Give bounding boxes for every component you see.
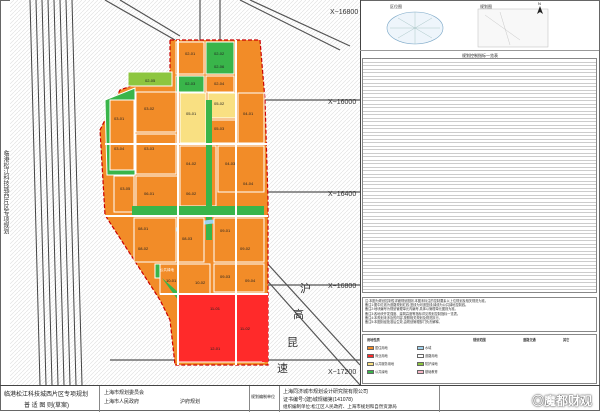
legend-label: 商业用地 bbox=[375, 354, 388, 358]
svg-text:04-04: 04-04 bbox=[243, 181, 254, 186]
editor-label: 规划编制单位 bbox=[251, 394, 275, 399]
legend-item: 道路用地 bbox=[417, 353, 438, 359]
coord-label-3: X−16400 bbox=[328, 191, 356, 198]
svg-text:04-01: 04-01 bbox=[243, 111, 254, 116]
legend-label: 居住用地 bbox=[375, 346, 388, 350]
svg-text:03-02: 03-02 bbox=[144, 106, 155, 111]
legend-item: 公共服务用地 bbox=[367, 361, 395, 367]
legend-label: 水域 bbox=[425, 346, 432, 350]
svg-text:05-01: 05-01 bbox=[186, 111, 197, 116]
legend-title-other: 其它 bbox=[563, 338, 570, 342]
legend-label: 道路用地 bbox=[425, 354, 438, 358]
coord-label-4: X−16800 bbox=[328, 283, 356, 290]
watermark: ◎魔都财观 bbox=[531, 394, 592, 408]
legend-item: 水域 bbox=[417, 345, 432, 351]
legend-swatch bbox=[417, 361, 424, 367]
editor-cert: 证书编号:(建)城规编第(141078) bbox=[283, 397, 353, 403]
coord-label-5: X−17200 bbox=[328, 369, 356, 376]
legend-swatch bbox=[367, 345, 374, 351]
svg-text:02-03: 02-03 bbox=[185, 81, 196, 86]
legend-swatch bbox=[367, 361, 374, 367]
svg-text:08-03: 08-03 bbox=[182, 236, 193, 241]
svg-text:09-04: 09-04 bbox=[245, 278, 256, 283]
svg-text:10-02: 10-02 bbox=[195, 280, 206, 285]
legend-swatch bbox=[417, 345, 424, 351]
svg-text:09-02: 09-02 bbox=[240, 246, 251, 251]
indicator-table bbox=[362, 58, 597, 293]
svg-text:02-04: 02-04 bbox=[214, 81, 225, 86]
svg-text:02-01: 02-01 bbox=[185, 51, 196, 56]
legend-box: 用地性质 规划范围 道路交通 其它 居住用地商业用地公共服务用地 公共绿地 水域道路… bbox=[362, 334, 597, 384]
svg-text:08-01: 08-01 bbox=[138, 226, 149, 231]
coord-label-2: X−16000 bbox=[328, 99, 356, 106]
svg-text:05-03: 05-03 bbox=[214, 126, 225, 131]
approval-cell: 上海市规划委员会 上海市人民政府 沪府规划 bbox=[100, 386, 250, 412]
compass-label: N bbox=[538, 1, 541, 6]
green-tile-label: 公共绿地 bbox=[160, 267, 174, 272]
legend-item: 公共绿地 bbox=[367, 369, 388, 375]
expressway-char-3: 昆 bbox=[287, 336, 298, 349]
expressway-char-2: 高 bbox=[293, 307, 304, 321]
svg-text:04-02: 04-02 bbox=[186, 161, 197, 166]
svg-text:11-01: 11-01 bbox=[210, 306, 221, 311]
legend-swatch bbox=[367, 369, 374, 375]
svg-text:03-05: 03-05 bbox=[120, 186, 131, 191]
approval-org-1: 上海市规划委员会 bbox=[104, 390, 145, 396]
legend-title-landuse: 用地性质 bbox=[367, 338, 380, 342]
thumbnail-maps: N bbox=[386, 1, 549, 48]
svg-text:04-03: 04-03 bbox=[225, 161, 236, 166]
project-title: 临港松江科技城西片区专项规划 bbox=[4, 392, 89, 398]
legend-item: 防护绿地 bbox=[417, 361, 438, 367]
organizer: 组织编制单位:松江区人民政府、上海市规划和自然资源局 bbox=[283, 404, 397, 409]
legend-item: 商业用地 bbox=[367, 353, 388, 359]
legend-item: 基础教育 bbox=[417, 369, 438, 375]
legend-swatch bbox=[417, 369, 424, 375]
legend-label: 公共绿地 bbox=[375, 370, 388, 374]
title-cell: 临港松江科技城西片区专项规划 普 适 图 则(草案) bbox=[0, 386, 100, 412]
legend-title-boundary: 规划范围 bbox=[473, 338, 486, 342]
svg-text:06-02: 06-02 bbox=[186, 191, 197, 196]
left-margin-text: 临港松江科技城西片区专项规划 bbox=[2, 150, 8, 234]
drawing-title: 普 适 图 则(草案) bbox=[24, 403, 69, 409]
svg-text:08-02: 08-02 bbox=[138, 246, 149, 251]
title-block: 临港松江科技城西片区专项规划 普 适 图 则(草案) 上海市规划委员会 上海市人… bbox=[0, 385, 600, 412]
svg-text:05-02: 05-02 bbox=[214, 101, 225, 106]
svg-text:02-06: 02-06 bbox=[214, 64, 225, 69]
info-panel: 区位图 规划图 N 规划控制指标一览表 注:本图为规划控制性详细规划图则,本图未… bbox=[360, 0, 599, 385]
legend-item: 居住用地 bbox=[367, 345, 388, 351]
legend-title-traffic: 道路交通 bbox=[523, 338, 536, 342]
expressway-char-1: 沪 bbox=[300, 281, 311, 295]
svg-text:10-01: 10-01 bbox=[166, 278, 177, 283]
expressway-char-4: 速 bbox=[277, 362, 288, 375]
planning-map[interactable]: 02-01 02-02 02-03 02-04 02-05 02-06 03-01 03-… bbox=[10, 0, 360, 385]
svg-text:09-03: 09-03 bbox=[220, 274, 231, 279]
svg-text:03-01: 03-01 bbox=[114, 116, 125, 121]
svg-text:03-03: 03-03 bbox=[144, 146, 155, 151]
note-line: 备注5:本图则经批准后生效,由规划管理部门负责解释。 bbox=[365, 320, 442, 325]
legend-swatch bbox=[417, 353, 424, 359]
svg-text:06-01: 06-01 bbox=[144, 191, 155, 196]
svg-text:11-02: 11-02 bbox=[240, 326, 251, 331]
legend-label: 公共服务用地 bbox=[375, 362, 395, 366]
location-thumbnail: 区位图 规划图 N bbox=[360, 0, 599, 51]
legend-label: 防护绿地 bbox=[425, 362, 438, 366]
approval-org-3: 沪府规划 bbox=[180, 399, 201, 405]
map-panel[interactable]: 02-01 02-02 02-03 02-04 02-05 02-06 03-01 03-… bbox=[10, 0, 361, 385]
svg-text:02-05: 02-05 bbox=[145, 78, 156, 83]
svg-text:02-02: 02-02 bbox=[214, 51, 225, 56]
svg-text:12-01: 12-01 bbox=[210, 346, 221, 351]
svg-text:03-04: 03-04 bbox=[114, 146, 125, 151]
editor-name: 上海同济城市规划设计研究院有限公司 bbox=[283, 389, 369, 395]
svg-text:09-01: 09-01 bbox=[220, 228, 231, 233]
legend-label: 基础教育 bbox=[425, 370, 438, 374]
editor-label-cell: 规划编制单位 bbox=[250, 386, 280, 412]
editor-cell: 上海同济城市规划设计研究院有限公司 证书编号:(建)城规编第(141078) 组… bbox=[280, 386, 440, 412]
notes-box: 注:本图为规划控制性详细规划图则,本图未标注的控制要素以上位规划及相关规范为准。… bbox=[362, 297, 597, 332]
coord-label-1: X−16800 bbox=[330, 9, 358, 16]
approval-org-2: 上海市人民政府 bbox=[104, 399, 140, 405]
legend-swatch bbox=[367, 353, 374, 359]
